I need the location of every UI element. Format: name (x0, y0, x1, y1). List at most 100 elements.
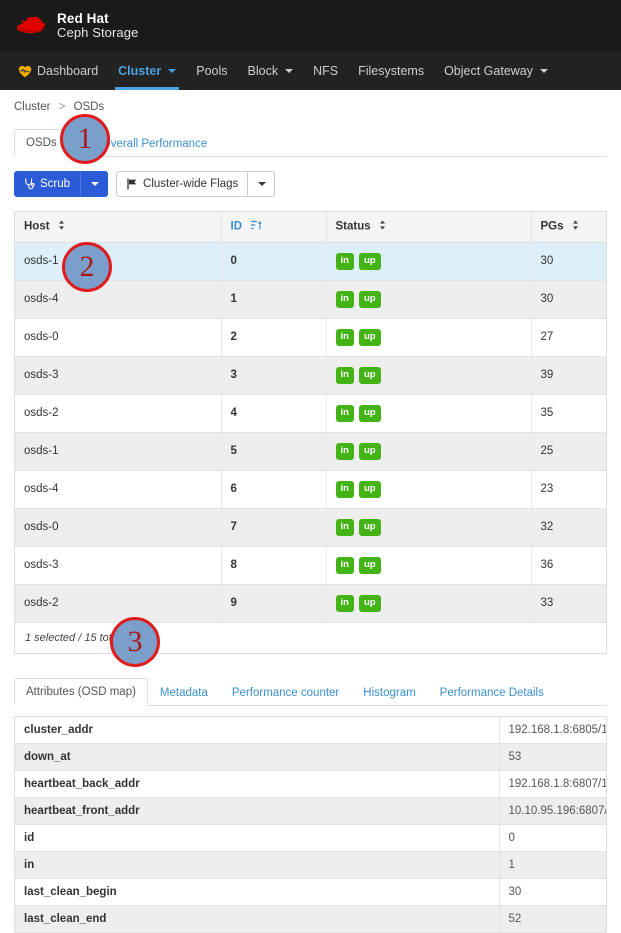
cell-id: 3 (221, 356, 327, 395)
cell-id: 5 (221, 432, 327, 471)
attribute-row: in 1 (15, 851, 606, 879)
attribute-value: 1 (499, 851, 606, 879)
red-hat-ceph-storage-logo[interactable]: Red Hat Ceph Storage (14, 10, 138, 40)
status-badge: in (335, 252, 354, 270)
status-badge: in (335, 518, 354, 536)
nav-item-dashboard[interactable]: Dashboard (8, 52, 108, 90)
nav-item-label: Object Gateway (444, 64, 534, 78)
cell-host: osds-0 (15, 318, 222, 357)
table-row[interactable]: osds-3 3 in up 39 (15, 356, 606, 395)
attribute-key: heartbeat_back_addr (15, 770, 500, 798)
status-badge: in (335, 480, 354, 498)
cell-pgs: 36 (531, 546, 606, 585)
cell-status: in up (326, 394, 532, 433)
cell-pgs: 30 (531, 280, 606, 319)
cluster-wide-flags-dropdown-toggle[interactable] (248, 171, 276, 197)
cell-id: 1 (221, 280, 327, 319)
cell-pgs: 25 (531, 432, 606, 471)
breadcrumb-separator-icon: > (58, 101, 66, 113)
nav-item-block[interactable]: Block (238, 52, 304, 90)
attribute-row: id 0 (15, 824, 606, 852)
status-badge: in (335, 290, 354, 308)
cell-host: osds-3 (15, 356, 222, 395)
table-row[interactable]: osds-0 7 in up 32 (15, 508, 606, 547)
status-badge: in (335, 404, 354, 422)
status-badge: up (358, 594, 381, 612)
status-badge: up (358, 404, 381, 422)
tab-performance-counter[interactable]: Performance counter (220, 679, 351, 706)
nav-item-filesystems[interactable]: Filesystems (348, 52, 434, 90)
table-row[interactable]: osds-3 8 in up 36 (15, 546, 606, 585)
attribute-value: 192.168.1.8:6807/1150 (499, 770, 606, 798)
status-badge: in (335, 556, 354, 574)
attribute-row: last_clean_end 52 (15, 905, 606, 933)
tab-histogram[interactable]: Histogram (351, 679, 427, 706)
osd-selection-summary: 1 selected / 15 total (25, 631, 121, 644)
cell-status: in up (326, 432, 532, 471)
table-row[interactable]: osds-0 2 in up 27 (15, 318, 606, 357)
tab-label: Metadata (159, 686, 208, 699)
attribute-key: down_at (15, 743, 500, 771)
brand-text: Red Hat Ceph Storage (57, 10, 138, 40)
tab-label: Overall Performance (101, 138, 208, 150)
column-header-pgs[interactable]: PGs (531, 212, 606, 243)
attribute-row: cluster_addr192.168.1.8:6805/1150 (15, 716, 606, 744)
caret-down-icon (91, 182, 100, 186)
table-row[interactable]: osds-4 1 in up 30 (15, 280, 606, 319)
cell-pgs: 32 (531, 508, 606, 547)
heart-health-icon (18, 65, 32, 78)
brand-line-red-hat: Red Hat (57, 10, 109, 26)
osd-table-header-row: Host ID Status PGs (15, 212, 606, 243)
attribute-row: heartbeat_front_addr10.10.95.196:6807/11… (15, 797, 606, 825)
cell-id: 4 (221, 394, 327, 433)
nav-item-label: Cluster (118, 64, 162, 78)
tab-metadata[interactable]: Metadata (148, 679, 220, 706)
cell-status: in up (326, 280, 532, 319)
cell-pgs: 23 (531, 470, 606, 509)
table-row[interactable]: osds-4 6 in up 23 (15, 470, 606, 509)
column-header-host[interactable]: Host (15, 212, 222, 243)
column-header-label: PGs (540, 220, 564, 233)
cluster-wide-flags-button[interactable]: Cluster-wide Flags (116, 171, 249, 197)
sort-arrows-icon (379, 220, 386, 233)
flag-icon (126, 178, 138, 190)
attribute-key: heartbeat_front_addr (15, 797, 500, 825)
table-row[interactable]: osds-1 5 in up 25 (15, 432, 606, 471)
cluster-wide-flags-button-group: Cluster-wide Flags (116, 171, 276, 197)
nav-item-cluster[interactable]: Cluster (108, 52, 186, 90)
nav-item-nfs[interactable]: NFS (303, 52, 348, 90)
cell-id: 6 (221, 470, 327, 509)
cell-host: osds-4 (15, 280, 222, 319)
tab-label: Performance counter (231, 686, 340, 699)
tab-attributes-osd-map[interactable]: Attributes (OSD map) (14, 677, 148, 706)
status-badge: up (358, 480, 381, 498)
cell-pgs: 30 (531, 242, 606, 281)
column-header-status[interactable]: Status (326, 212, 532, 243)
nav-item-object-gateway[interactable]: Object Gateway (434, 52, 558, 90)
scrub-dropdown-toggle[interactable] (80, 171, 109, 197)
tab-performance-details[interactable]: Performance Details (428, 679, 556, 706)
cell-id: 8 (221, 546, 327, 585)
status-badge: up (358, 366, 381, 384)
table-row[interactable]: osds-2 4 in up 35 (15, 394, 606, 433)
table-row[interactable]: osds-2 9 in up 33 (15, 584, 606, 623)
annotation-marker-1: 1 (60, 114, 110, 164)
column-header-id[interactable]: ID (221, 212, 327, 243)
chevron-down-icon (540, 69, 549, 73)
attribute-key: last_clean_end (15, 905, 500, 933)
app-window: Red Hat Ceph Storage Dashboard Cluster P… (0, 0, 621, 933)
attributes-table-body: cluster_addr192.168.1.8:6805/1150down_at… (15, 716, 606, 933)
breadcrumb-item-cluster[interactable]: Cluster (14, 101, 50, 113)
scrub-stethoscope-icon (24, 178, 35, 190)
cell-pgs: 27 (531, 318, 606, 357)
attribute-key: cluster_addr (15, 716, 500, 744)
cell-status: in up (326, 508, 532, 547)
status-badge: up (358, 252, 381, 270)
scrub-button[interactable]: Scrub (14, 171, 81, 197)
attribute-row: last_clean_begin 30 (15, 878, 606, 906)
attributes-table: cluster_addr192.168.1.8:6805/1150down_at… (15, 716, 606, 933)
caret-down-icon (258, 182, 267, 186)
nav-item-pools[interactable]: Pools (186, 52, 237, 90)
scrub-button-group: Scrub (14, 171, 109, 197)
attributes-table-container: cluster_addr192.168.1.8:6805/1150down_at… (14, 715, 607, 933)
